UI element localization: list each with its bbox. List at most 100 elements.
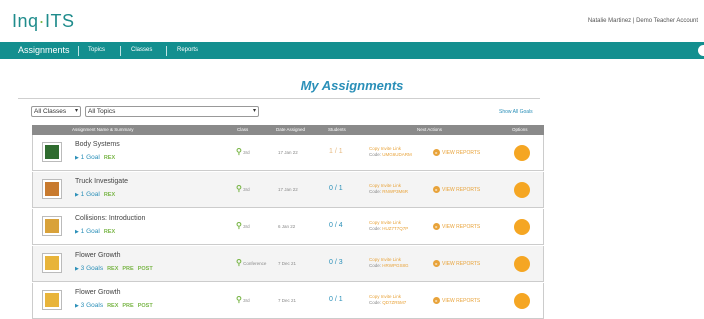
header-students: Students: [328, 127, 346, 132]
table-header: Assignment Name & Summary Class Date Ass…: [32, 125, 544, 135]
students-count[interactable]: 0 / 1: [329, 185, 343, 192]
chart-icon: ▸: [433, 260, 440, 267]
class-name: 3rd: [243, 150, 250, 155]
options-button[interactable]: [514, 293, 530, 309]
assignment-thumbnail: [42, 179, 62, 199]
table-row[interactable]: Body Systems ▶ 1 Goal REX ⚲ 3rd 17 Jan 22…: [32, 135, 544, 171]
header-assignment: Assignment Name & Summary: [72, 127, 134, 132]
goals-count: 1 Goal: [80, 228, 100, 235]
goals-link[interactable]: ▶ 3 Goals REX PRE POST: [75, 302, 153, 309]
goals-count: 3 Goals: [80, 265, 104, 272]
chevron-down-icon: ▾: [252, 108, 256, 114]
view-reports-label: VIEW REPORTS: [442, 186, 481, 193]
students-count[interactable]: 0 / 3: [329, 259, 343, 266]
goals-link[interactable]: ▶ 1 Goal REX: [75, 191, 115, 198]
invite-block: Copy Invite Link Code: HUZ7T7Q7P: [369, 220, 408, 232]
assignment-image: [45, 293, 59, 307]
assignment-title[interactable]: Flower Growth: [75, 252, 121, 259]
triangle-right-icon: ▶: [75, 155, 79, 161]
topic-filter-value: All Topics: [88, 108, 116, 115]
table-row[interactable]: Flower Growth ▶ 3 Goals REX PRE POST ⚲ 3rd …: [32, 283, 544, 319]
class-link[interactable]: ⚲ 3rd: [236, 221, 250, 230]
students-count[interactable]: 0 / 4: [329, 222, 343, 229]
nav-divider: [120, 46, 121, 56]
code-value: RNWP3M6R: [382, 189, 409, 194]
show-all-goals-link[interactable]: Show All Goals: [499, 109, 533, 115]
invite-block: Copy Invite Link Code: UMG6UDARM: [369, 146, 412, 158]
chevron-down-icon: ▾: [74, 108, 78, 114]
class-link[interactable]: ⚲ 3rd: [236, 184, 250, 193]
class-link[interactable]: ⚲ 3rd: [236, 147, 250, 156]
table-row[interactable]: Truck Investigate ▶ 1 Goal REX ⚲ 3rd 17 J…: [32, 172, 544, 208]
user-account-label[interactable]: Natalie Martinez | Demo Teacher Account: [588, 18, 698, 24]
inqits-logo[interactable]: Inq·ITS: [12, 11, 75, 32]
assignment-thumbnail: [42, 142, 62, 162]
header-date: Date Assigned: [276, 127, 306, 132]
table-row[interactable]: Collisions: Introduction ▶ 1 Goal REX ⚲ 3…: [32, 209, 544, 245]
options-button[interactable]: [514, 256, 530, 272]
nav-assignments[interactable]: Assignments: [18, 42, 70, 59]
class-name: 3rd: [243, 298, 250, 303]
goal-tag: REX: [103, 192, 116, 198]
goal-tag: REX: [107, 303, 119, 309]
assignment-thumbnail: [42, 253, 62, 273]
chart-icon: ▸: [433, 297, 440, 304]
divider: [18, 98, 540, 99]
nav-classes[interactable]: Classes: [131, 42, 152, 59]
code-label: Code:: [369, 226, 382, 231]
logo-text-its: ITS: [45, 11, 75, 31]
options-button[interactable]: [514, 219, 530, 235]
assignment-title[interactable]: Body Systems: [75, 141, 120, 148]
invite-code: Code: HRWPGS8G: [369, 263, 408, 269]
search-icon: ⚲: [236, 221, 242, 230]
view-reports-button[interactable]: ▸ VIEW REPORTS: [433, 149, 480, 156]
date-assigned: 17 Jan 22: [278, 150, 298, 155]
class-filter-select[interactable]: All Classes ▾: [31, 106, 81, 117]
assignment-thumbnail: [42, 216, 62, 236]
class-link[interactable]: ⚲ Conference: [236, 258, 266, 267]
date-assigned: 7 Dec 21: [278, 298, 297, 303]
nav-topics[interactable]: Topics: [88, 42, 105, 59]
class-name: Conference: [243, 261, 267, 266]
nav-divider: [166, 46, 167, 56]
code-label: Code:: [369, 300, 382, 305]
goal-tag: PRE: [122, 266, 134, 272]
search-icon: ⚲: [236, 147, 242, 156]
topic-filter-select[interactable]: All Topics ▾: [85, 106, 259, 117]
options-button[interactable]: [514, 182, 530, 198]
goals-link[interactable]: ▶ 1 Goal REX: [75, 154, 115, 161]
assignment-title[interactable]: Truck Investigate: [75, 178, 128, 185]
class-link[interactable]: ⚲ 3rd: [236, 295, 250, 304]
chart-icon: ▸: [433, 223, 440, 230]
view-reports-button[interactable]: ▸ VIEW REPORTS: [433, 297, 480, 304]
triangle-right-icon: ▶: [75, 229, 79, 235]
view-reports-button[interactable]: ▸ VIEW REPORTS: [433, 223, 480, 230]
date-assigned: 7 Dec 21: [278, 261, 297, 266]
goals-link[interactable]: ▶ 1 Goal REX: [75, 228, 115, 235]
goals-count: 3 Goals: [80, 302, 104, 309]
table-row[interactable]: Flower Growth ▶ 3 Goals REX PRE POST ⚲ Conf…: [32, 246, 544, 282]
invite-block: Copy Invite Link Code: RNWP3M6R: [369, 183, 408, 195]
nav-reports[interactable]: Reports: [177, 42, 198, 59]
students-count[interactable]: 0 / 1: [329, 296, 343, 303]
view-reports-button[interactable]: ▸ VIEW REPORTS: [433, 186, 480, 193]
assignment-thumbnail: [42, 290, 62, 310]
class-name: 3rd: [243, 224, 250, 229]
code-label: Code:: [369, 263, 382, 268]
invite-block: Copy Invite Link Code: QD7ZR5M7: [369, 294, 406, 306]
options-button[interactable]: [514, 145, 530, 161]
goal-tag: PRE: [122, 303, 134, 309]
assignment-title[interactable]: Flower Growth: [75, 289, 121, 296]
triangle-right-icon: ▶: [75, 266, 79, 272]
header-next-actions: Next Actions: [417, 127, 443, 132]
invite-block: Copy Invite Link Code: HRWPGS8G: [369, 257, 408, 269]
class-filter-value: All Classes: [34, 108, 67, 115]
view-reports-button[interactable]: ▸ VIEW REPORTS: [433, 260, 480, 267]
code-value: HUZ7T7Q7P: [382, 226, 409, 231]
goals-link[interactable]: ▶ 3 Goals REX PRE POST: [75, 265, 153, 272]
assignment-title[interactable]: Collisions: Introduction: [75, 215, 145, 222]
search-icon: ⚲: [236, 184, 242, 193]
invite-code: Code: HUZ7T7Q7P: [369, 226, 408, 232]
code-value: QD7ZR5M7: [382, 300, 407, 305]
students-count[interactable]: 1 / 1: [329, 148, 343, 155]
